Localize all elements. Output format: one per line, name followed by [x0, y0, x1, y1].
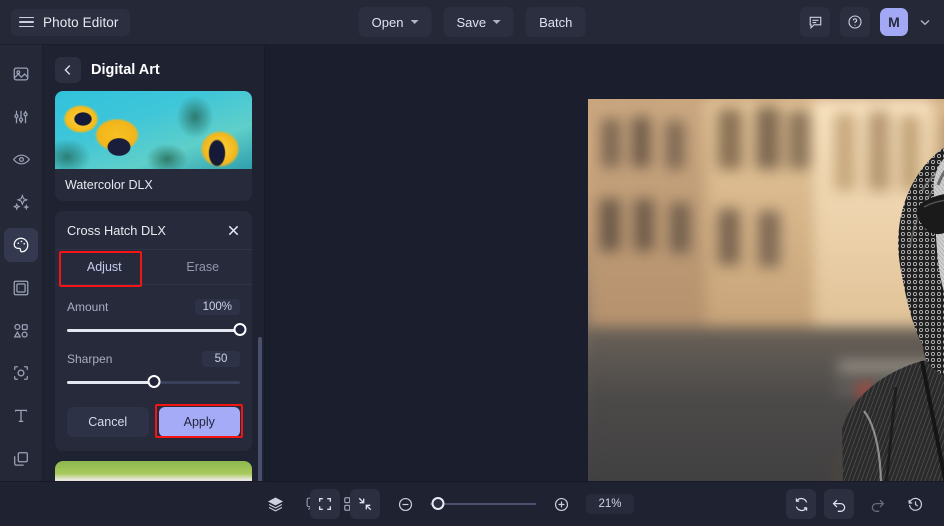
- effect-card-pop-art[interactable]: Pop Art DLX: [55, 461, 252, 481]
- rail-item-effects[interactable]: [4, 185, 38, 219]
- zoom-slider-knob[interactable]: [432, 497, 445, 510]
- sharpen-slider-fill: [67, 381, 154, 384]
- edited-photo: [588, 99, 944, 526]
- rail-item-image[interactable]: [4, 57, 38, 91]
- brand-menu-button[interactable]: Photo Editor: [11, 9, 130, 36]
- portrait-subject: [804, 99, 944, 526]
- zoom-slider-track: [430, 503, 536, 505]
- panel-header: Digital Art: [43, 45, 264, 93]
- header-center-actions: Open Save Batch: [359, 7, 586, 37]
- fit-screen-icon[interactable]: [310, 489, 340, 519]
- app-header: Photo Editor Open Save Batch: [0, 0, 944, 45]
- rail-item-digital-art[interactable]: [4, 228, 38, 262]
- batch-button-label: Batch: [539, 15, 572, 30]
- amount-slider-knob[interactable]: [234, 323, 247, 336]
- amount-row: Amount 100%: [67, 299, 240, 315]
- open-effect-header: Cross Hatch DLX: [55, 211, 252, 250]
- open-button-label: Open: [372, 15, 404, 30]
- chevron-down-icon: [493, 20, 501, 24]
- rail-item-transform[interactable]: [4, 357, 38, 391]
- effect-thumbnail: [55, 91, 252, 169]
- header-right-actions: M: [800, 7, 932, 37]
- portrait-svg: [804, 99, 944, 526]
- effect-action-buttons: Cancel Apply: [55, 393, 252, 451]
- avatar-chevron-down-icon[interactable]: [918, 13, 932, 31]
- apply-button[interactable]: Apply: [159, 407, 241, 437]
- reset-rotate-icon[interactable]: [786, 489, 816, 519]
- rail-item-adjustments[interactable]: [4, 100, 38, 134]
- zoom-slider[interactable]: [430, 497, 536, 511]
- zoom-controls: 21%: [310, 489, 634, 519]
- chat-icon[interactable]: [800, 7, 830, 37]
- bottom-toolbar: 21%: [0, 481, 944, 526]
- amount-label: Amount: [67, 300, 108, 314]
- help-icon[interactable]: [840, 7, 870, 37]
- tool-rail: [0, 45, 43, 481]
- hamburger-icon[interactable]: [19, 17, 34, 28]
- panel-title: Digital Art: [91, 62, 160, 78]
- avatar[interactable]: M: [880, 8, 908, 36]
- sharpen-row: Sharpen 50: [67, 351, 240, 367]
- cancel-button[interactable]: Cancel: [67, 407, 149, 437]
- history-controls: [786, 489, 930, 519]
- sharpen-slider-knob[interactable]: [147, 375, 160, 388]
- amount-slider[interactable]: [67, 323, 240, 337]
- rail-item-layers[interactable]: [4, 442, 38, 476]
- back-arrow-icon[interactable]: [55, 57, 81, 83]
- app-title: Photo Editor: [43, 15, 119, 30]
- rail-item-shapes[interactable]: [4, 314, 38, 348]
- open-button[interactable]: Open: [359, 7, 432, 37]
- effects-panel: Digital Art Watercolor DLX Cross Hatch D…: [43, 45, 265, 481]
- close-icon[interactable]: [225, 222, 241, 238]
- batch-button[interactable]: Batch: [526, 7, 585, 37]
- zoom-level-value[interactable]: 21%: [586, 494, 634, 514]
- zoom-out-icon[interactable]: [390, 489, 420, 519]
- rail-item-frame[interactable]: [4, 271, 38, 305]
- tab-adjust[interactable]: Adjust: [55, 250, 154, 284]
- amount-slider-fill: [67, 329, 240, 332]
- canvas-area[interactable]: [265, 45, 944, 481]
- save-button-label: Save: [456, 15, 486, 30]
- effect-controls: Amount 100% Sharpen 50: [55, 299, 252, 389]
- undo-icon[interactable]: [824, 489, 854, 519]
- image-canvas[interactable]: [588, 99, 944, 526]
- photo-editor-app: Photo Editor Open Save Batch: [0, 0, 944, 526]
- sharpen-label: Sharpen: [67, 352, 112, 366]
- effect-tabs: Adjust Erase: [55, 250, 252, 285]
- effects-list[interactable]: Watercolor DLX Cross Hatch DLX Adjust Er…: [43, 91, 264, 481]
- effect-thumbnail: [55, 461, 252, 481]
- effect-card-watercolor[interactable]: Watercolor DLX: [55, 91, 252, 201]
- effect-label: Watercolor DLX: [55, 169, 252, 201]
- redo-icon[interactable]: [862, 489, 892, 519]
- tab-erase[interactable]: Erase: [154, 250, 253, 284]
- open-effect-title: Cross Hatch DLX: [67, 223, 166, 238]
- chevron-down-icon: [410, 20, 418, 24]
- app-body: Digital Art Watercolor DLX Cross Hatch D…: [0, 45, 944, 481]
- amount-value: 100%: [195, 299, 240, 315]
- sharpen-slider[interactable]: [67, 375, 240, 389]
- rail-item-eye[interactable]: [4, 143, 38, 177]
- panel-scrollbar[interactable]: [258, 337, 262, 481]
- rail-item-text[interactable]: [4, 399, 38, 433]
- history-icon[interactable]: [900, 489, 930, 519]
- save-button[interactable]: Save: [443, 7, 514, 37]
- effect-card-cross-hatch-open: Cross Hatch DLX Adjust Erase Amount: [55, 211, 252, 451]
- sharpen-value: 50: [202, 351, 240, 367]
- layers-stack-icon[interactable]: [260, 489, 290, 519]
- shrink-icon[interactable]: [350, 489, 380, 519]
- zoom-in-icon[interactable]: [546, 489, 576, 519]
